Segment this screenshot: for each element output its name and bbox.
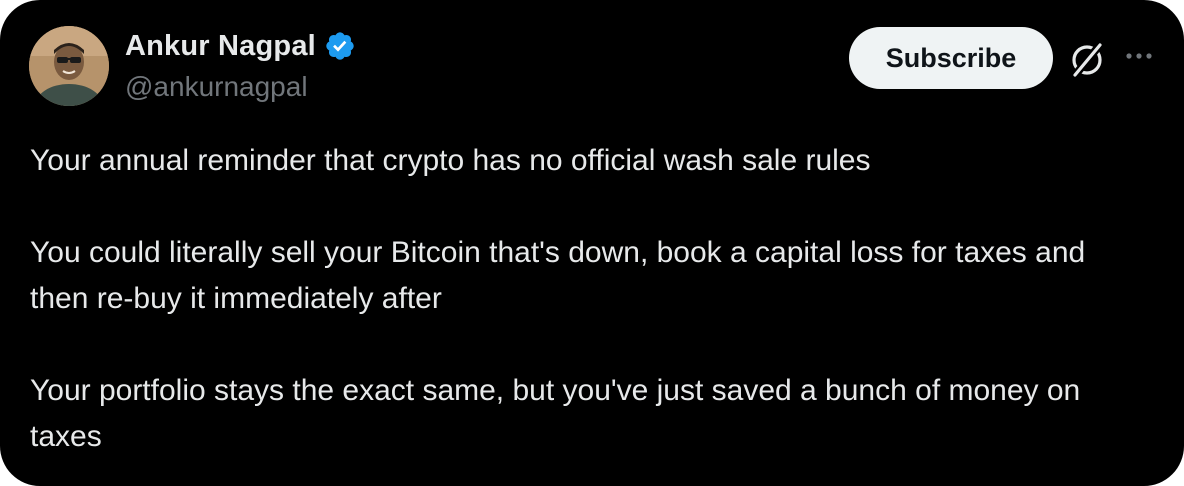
tweet-text: Your annual reminder that crypto has no … xyxy=(30,138,1150,460)
avatar-image xyxy=(29,26,109,106)
more-options-icon[interactable] xyxy=(1124,46,1154,66)
tweet-paragraph: Your annual reminder that crypto has no … xyxy=(30,144,871,177)
author-name-row: Ankur Nagpal xyxy=(125,28,356,64)
tweet-paragraph: Your portfolio stays the exact same, but… xyxy=(30,374,1081,453)
verified-badge-icon xyxy=(324,30,356,62)
avatar[interactable] xyxy=(29,26,109,106)
grok-icon[interactable] xyxy=(1067,40,1107,80)
tweet-paragraph: You could literally sell your Bitcoin th… xyxy=(30,236,1086,315)
author-display-name[interactable]: Ankur Nagpal xyxy=(125,28,316,64)
subscribe-button[interactable]: Subscribe xyxy=(849,27,1053,89)
tweet-card: Ankur Nagpal @ankurnagpal Subscribe Your… xyxy=(0,0,1184,486)
author-handle[interactable]: @ankurnagpal xyxy=(125,70,308,104)
